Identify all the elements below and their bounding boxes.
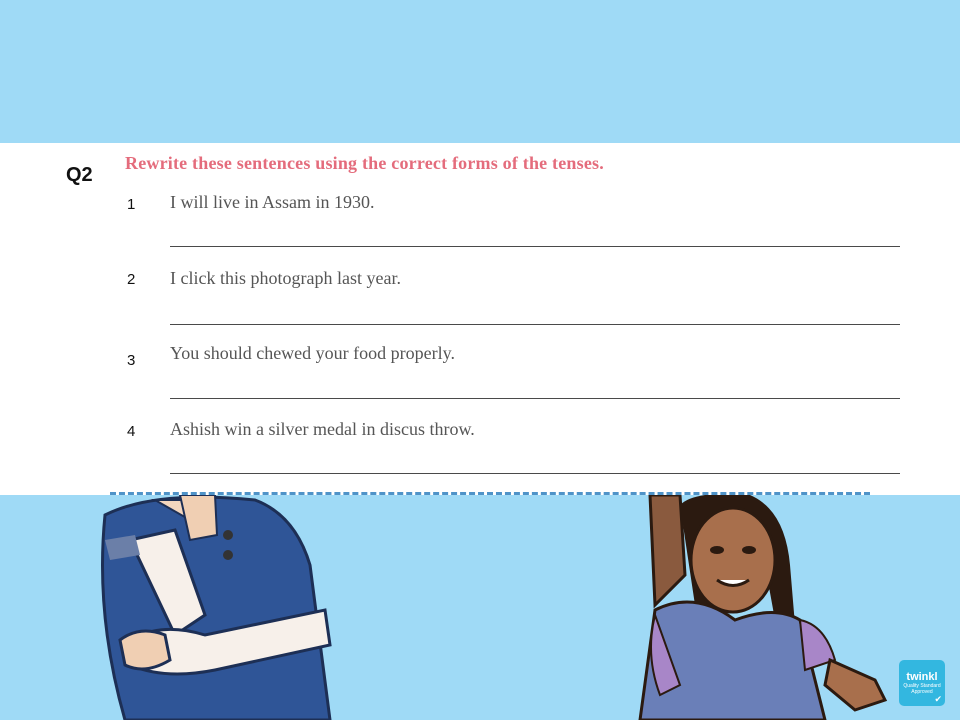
girl-illustration (638, 495, 888, 720)
item-number: 2 (127, 271, 136, 288)
item-sentence: I click this photograph last year. (170, 268, 401, 288)
checkmark-icon: ✔ (934, 694, 942, 704)
item-number: 4 (127, 423, 136, 440)
answer-line[interactable] (170, 324, 900, 325)
question-instruction: Rewrite these sentences using the correc… (125, 153, 604, 173)
question-number: Q2 (66, 164, 93, 186)
answer-line[interactable] (170, 473, 900, 474)
item-sentence: You should chewed your food properly. (170, 343, 455, 363)
item-number: 3 (127, 352, 136, 369)
worksheet-panel (0, 143, 960, 495)
answer-line[interactable] (170, 246, 900, 247)
answer-line[interactable] (170, 398, 900, 399)
item-sentence: Ashish win a silver medal in discus thro… (170, 419, 475, 439)
boy-illustration (101, 495, 332, 720)
item-sentence: I will live in Assam in 1930. (170, 192, 375, 212)
twinkl-logo: twinkl Quality Standard Approved ✔ (899, 660, 945, 706)
item-number: 1 (127, 196, 136, 213)
